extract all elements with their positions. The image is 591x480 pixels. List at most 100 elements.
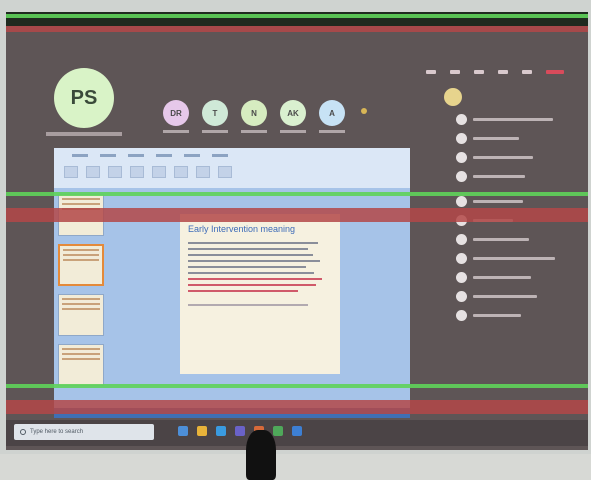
- tool-button[interactable]: [152, 166, 166, 178]
- panel-header: [444, 88, 574, 106]
- projector-artifact: [6, 384, 588, 388]
- projector-artifact: [6, 400, 588, 414]
- participant-list-item[interactable]: [456, 310, 574, 321]
- teams-icon[interactable]: [235, 426, 245, 436]
- slide-text-line: [188, 272, 314, 274]
- projector-artifact: [6, 208, 588, 222]
- taskbar-search[interactable]: Type here to search: [14, 424, 154, 440]
- slide-canvas[interactable]: Early Intervention meaning: [180, 214, 340, 374]
- task-view-icon[interactable]: [178, 426, 188, 436]
- avatar: [456, 152, 467, 163]
- ribbon-tab[interactable]: [156, 154, 172, 157]
- app-icon[interactable]: [292, 426, 302, 436]
- slide-thumbnail[interactable]: [58, 294, 104, 336]
- slide-text-line: [188, 248, 308, 250]
- participant-name: [473, 118, 553, 121]
- participant-list-item[interactable]: [456, 152, 574, 163]
- leave-button[interactable]: [546, 70, 564, 74]
- participant-name: [473, 175, 525, 178]
- participant-list-item[interactable]: [456, 171, 574, 182]
- participant-name: [473, 200, 523, 203]
- participant-tile[interactable]: A: [317, 100, 347, 133]
- participant-avatar: N: [241, 100, 267, 126]
- participant-name: [473, 314, 521, 317]
- projector-artifact: [6, 14, 588, 18]
- presenter-name: [46, 132, 122, 136]
- wall-below-screen: [0, 454, 591, 480]
- participant-name: [473, 257, 555, 260]
- avatar: [456, 114, 467, 125]
- slide-text-line: [188, 266, 306, 268]
- tool-button[interactable]: [196, 166, 210, 178]
- presenter-avatar: PS: [54, 68, 114, 128]
- meeting-logo-icon: [444, 88, 462, 106]
- avatar: [456, 196, 467, 207]
- participant-name: [319, 130, 345, 133]
- tool-button[interactable]: [86, 166, 100, 178]
- avatar: [456, 234, 467, 245]
- edge-icon[interactable]: [216, 426, 226, 436]
- raised-hand-icon: [361, 108, 367, 114]
- participant-tile[interactable]: DR: [161, 100, 191, 133]
- tool-button[interactable]: [130, 166, 144, 178]
- ribbon: [54, 148, 410, 188]
- ribbon-tab[interactable]: [128, 154, 144, 157]
- participant-tile[interactable]: AK: [278, 100, 308, 133]
- ribbon-tab[interactable]: [100, 154, 116, 157]
- avatar: [456, 310, 467, 321]
- participant-name: [202, 130, 228, 133]
- ribbon-tabs: [72, 154, 228, 157]
- participant-name: [473, 238, 529, 241]
- app-icon[interactable]: [273, 426, 283, 436]
- taskbar: Type here to search: [6, 420, 588, 446]
- participant-list-item[interactable]: [456, 272, 574, 283]
- slide-text-line: [188, 242, 318, 244]
- projected-screen: PS DR T N AK A Early Intervention meanin…: [6, 12, 588, 450]
- avatar: [456, 171, 467, 182]
- participant-name: [473, 295, 537, 298]
- participant-tile[interactable]: T: [200, 100, 230, 133]
- avatar: [456, 253, 467, 264]
- participant-list-item[interactable]: [456, 114, 574, 125]
- projector-artifact: [6, 192, 588, 196]
- ribbon-tab[interactable]: [184, 154, 200, 157]
- search-icon: [20, 429, 26, 435]
- slide-thumbnail[interactable]: [58, 344, 104, 386]
- file-explorer-icon[interactable]: [197, 426, 207, 436]
- participant-list-item[interactable]: [456, 253, 574, 264]
- tool-button[interactable]: [174, 166, 188, 178]
- people-button[interactable]: [450, 70, 460, 74]
- ribbon-tab[interactable]: [212, 154, 228, 157]
- mic-button[interactable]: [522, 70, 532, 74]
- chat-button[interactable]: [426, 70, 436, 74]
- slide-thumbnail[interactable]: [58, 244, 104, 286]
- participant-list-item[interactable]: [456, 234, 574, 245]
- avatar: [456, 291, 467, 302]
- avatar: [456, 133, 467, 144]
- participant-strip: DR T N AK A: [161, 100, 347, 133]
- tool-button[interactable]: [108, 166, 122, 178]
- slide-text-line: [188, 254, 313, 256]
- slide-text-line: [188, 290, 298, 292]
- ribbon-tab[interactable]: [72, 154, 88, 157]
- tool-button[interactable]: [218, 166, 232, 178]
- react-button[interactable]: [474, 70, 484, 74]
- slide-text-line: [188, 260, 320, 262]
- participant-name: [241, 130, 267, 133]
- participant-name: [473, 276, 531, 279]
- participant-list-item[interactable]: [456, 196, 574, 207]
- participant-tile[interactable]: N: [239, 100, 269, 133]
- audience-head-silhouette: [246, 430, 276, 480]
- participant-avatar: A: [319, 100, 345, 126]
- participant-list-item[interactable]: [456, 291, 574, 302]
- participant-list-item[interactable]: [456, 133, 574, 144]
- participant-name: [473, 137, 519, 140]
- search-placeholder: Type here to search: [30, 429, 84, 435]
- camera-button[interactable]: [498, 70, 508, 74]
- slide-text-line: [188, 278, 322, 280]
- tool-button[interactable]: [64, 166, 78, 178]
- slide-title: Early Intervention meaning: [188, 224, 296, 234]
- shared-powerpoint-window: Early Intervention meaning: [54, 148, 410, 418]
- slide-thumbnails: [58, 194, 108, 386]
- participant-avatar: T: [202, 100, 228, 126]
